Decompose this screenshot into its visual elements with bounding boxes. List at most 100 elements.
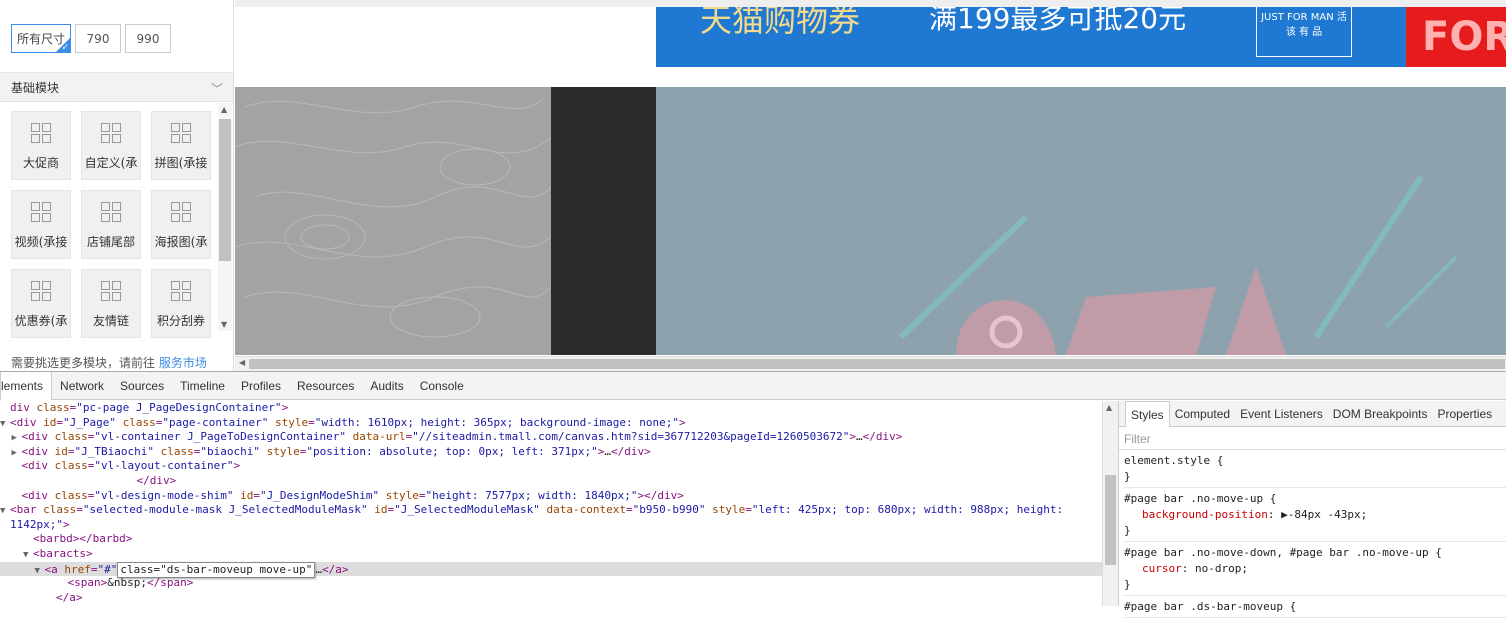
styles-tab-event-listeners[interactable]: Event Listeners [1235,401,1328,427]
text-node: … [604,444,611,458]
hero-image[interactable] [656,87,1506,355]
css-property[interactable]: cursor: no-drop; [1124,561,1506,577]
attr-value: "J_SelectedModuleMask" [394,503,540,517]
scrollbar-thumb[interactable] [219,119,231,261]
dom-node-line[interactable]: ▼ <bar class="selected-module-mask J_Sele… [0,503,1102,518]
dom-node-line[interactable]: ▼ <a href="#" class="ds-bar-moveup move-up… [0,561,1102,579]
footer-text: 需要挑选更多模块，请前往 [11,356,156,370]
expanded-triangle-icon[interactable]: ▼ [23,548,33,563]
attr-name: style [274,415,309,429]
dom-node-line[interactable]: </div> [0,474,1102,489]
css-rule[interactable]: #page bar .ds-bar-moveup { [1124,596,1506,618]
dom-node-line[interactable]: <div class="vl-design-mode-shim" id="J_D… [0,489,1102,504]
expanded-triangle-icon[interactable]: ▼ [0,504,10,519]
module-label: 自定义(承 [84,156,138,170]
module-tile[interactable]: 海报图(承 [151,190,211,259]
module-tile[interactable]: 友情链 [81,269,141,338]
closing-brace: } [1124,524,1131,537]
dom-node-line[interactable]: <div class="vl-layout-container"> [0,459,1102,474]
css-rule[interactable]: #page bar .no-move-up {background-positi… [1124,488,1506,542]
attr-name: class [122,415,156,429]
dom-node-line[interactable]: ▼ <baracts> [0,547,1102,562]
dom-node-line[interactable]: ▶ <div class="vl-container J_PageToDesign… [0,430,1102,445]
design-canvas[interactable]: 天猫购物券 满199最多可抵20元 JUST FOR MAN 活 该 有 品 F… [234,0,1506,356]
canvas-horizontal-scrollbar[interactable]: ◀ [235,356,1506,371]
dom-node-line[interactable]: 1142px;"> [0,518,1102,533]
tag-token: = [418,488,426,502]
tab-resources[interactable]: Resources [289,372,362,400]
attr-name: style [712,503,746,517]
elements-scrollbar[interactable]: ▲ [1102,401,1118,606]
tag-token [154,445,161,458]
tab-elements[interactable]: lements [0,371,53,400]
section-header-basic-modules[interactable]: 基础模块 ﹀ [0,72,233,102]
horizontal-scrollbar-thumb[interactable] [249,359,1505,369]
module-label: 优惠券(承 [14,314,68,328]
dom-node-line[interactable]: <barbd></barbd> [0,532,1102,547]
module-tile[interactable]: 大促商 [11,111,71,180]
service-market-link[interactable]: 服务市场 [159,356,207,370]
size-filter: 所有尺寸 ✓ 790 990 [11,24,171,53]
attr-value: "vl-layout-container" [94,459,234,473]
elements-tree[interactable]: div class="pc-page J_PageDesignContainer… [0,401,1102,606]
module-label: 积分刮券 [156,314,205,328]
size-990-button[interactable]: 990 [125,24,171,53]
attr-name: id [54,444,68,458]
attr-value: "vl-container J_PageToDesignContainer" [94,430,347,444]
css-rule[interactable]: element.style {} [1124,450,1506,488]
scroll-down-icon[interactable]: ▼ [221,320,227,329]
collapsed-triangle-icon[interactable]: ▶ [12,446,22,461]
tag-token: <div [21,459,55,473]
module-tile[interactable]: 优惠券(承 [11,269,71,338]
module-tile[interactable]: 视频(承接 [11,190,71,259]
topographic-background [234,87,552,355]
styles-tab-properties[interactable]: Properties [1432,401,1497,427]
scroll-left-icon[interactable]: ◀ [239,358,245,367]
dom-node-line[interactable]: <span>&nbsp;</span> [0,576,1102,591]
module-scrollbar[interactable]: ▲ ▼ [218,103,232,331]
module-tile[interactable]: 积分刮券 [151,269,211,338]
css-selector: #page bar .no-move-down, #page bar .no-m… [1124,546,1442,559]
tab-timeline[interactable]: Timeline [172,372,233,400]
tab-network[interactable]: Network [52,372,112,400]
module-tile[interactable]: 店铺尾部 [81,190,141,259]
scroll-up-icon[interactable]: ▲ [1106,403,1112,412]
expanded-triangle-icon[interactable]: ▼ [0,417,10,432]
styles-pane: Styles Computed Event Listeners DOM Breakpo… [1118,400,1506,618]
property-name: cursor [1142,562,1182,575]
css-rule[interactable]: #page bar .no-move-down, #page bar .no-m… [1124,542,1506,596]
tag-token: <div [21,488,55,502]
promo-banner[interactable]: 天猫购物券 满199最多可抵20元 JUST FOR MAN 活 该 有 品 F… [656,7,1506,67]
size-all-button[interactable]: 所有尺寸 ✓ [11,24,71,53]
tab-console[interactable]: Console [412,372,472,400]
dom-node-line[interactable]: div class="pc-page J_PageDesignContainer… [0,401,1102,416]
tab-audits[interactable]: Audits [362,372,411,400]
tag-token: = [308,415,315,429]
module-tile[interactable]: 拼图(承接 [151,111,211,180]
collapsed-triangle-icon[interactable]: ▶ [12,431,22,446]
expanded-triangle-icon[interactable]: ▼ [35,564,45,579]
banner-red-block: FOR [1406,7,1506,67]
css-property[interactable]: background-position: ▶-84px -43px; [1124,507,1506,523]
styles-tab-styles[interactable]: Styles [1125,400,1170,427]
size-790-button[interactable]: 790 [75,24,121,53]
styles-tab-dom-breakpoints[interactable]: DOM Breakpoints [1328,401,1433,427]
tag-token: </span> [147,576,194,590]
tag-token: <baracts> [33,546,93,560]
tab-profiles[interactable]: Profiles [233,372,289,400]
styles-filter-input[interactable]: Filter [1119,428,1506,450]
module-grid-icon [171,123,191,143]
module-tile[interactable]: 自定义(承 [81,111,141,180]
elements-scrollbar-thumb[interactable] [1105,475,1116,565]
tag-token: </div> [136,473,177,487]
attr-name: id [374,503,388,517]
dom-node-line[interactable]: ▼ <div id="J_Page" class="page-container"… [0,416,1102,431]
tab-sources[interactable]: Sources [112,372,172,400]
scroll-up-icon[interactable]: ▲ [221,105,227,114]
css-rules: element.style {} #page bar .no-move-up {b… [1119,450,1506,618]
attr-value: "selected-module-mask J_SelectedModuleMa… [82,503,368,517]
styles-tab-computed[interactable]: Computed [1170,401,1235,427]
dom-node-line[interactable]: </a> [0,591,1102,606]
text-node: &nbsp; [107,576,147,590]
dom-node-line[interactable]: ▶ <div id="J_TBiaochi" class="biaochi" st… [0,445,1102,460]
